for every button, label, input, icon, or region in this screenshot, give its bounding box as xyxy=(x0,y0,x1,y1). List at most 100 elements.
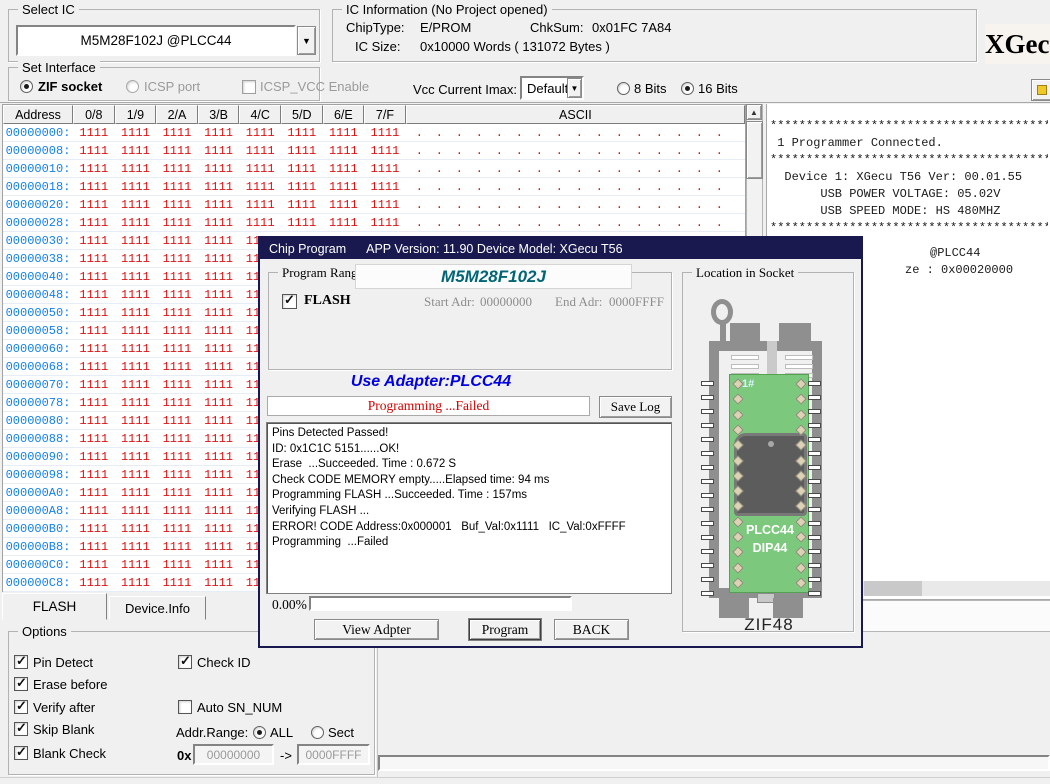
vcc-imax-dropdown-button[interactable]: ▼ xyxy=(567,78,582,98)
hex-cell[interactable]: 1111 xyxy=(198,486,240,500)
hex-cell[interactable]: 1111 xyxy=(73,450,115,464)
hex-cell[interactable]: 1111 xyxy=(198,180,240,194)
hex-cell[interactable]: 1111 xyxy=(115,306,157,320)
hex-cell[interactable]: 1111 xyxy=(115,558,157,572)
hex-cell[interactable]: 1111 xyxy=(115,360,157,374)
hex-cell[interactable]: 1111 xyxy=(198,450,240,464)
hex-cell[interactable]: 1111 xyxy=(281,216,323,230)
hex-cell[interactable]: 1111 xyxy=(198,378,240,392)
hex-cell[interactable]: 1111 xyxy=(115,180,157,194)
hex-cell[interactable]: 1111 xyxy=(115,342,157,356)
hex-cell[interactable]: 1111 xyxy=(156,126,198,140)
addr-range-sect-radio[interactable] xyxy=(311,726,324,739)
hex-cell[interactable]: 1111 xyxy=(198,270,240,284)
hex-cell[interactable]: 1111 xyxy=(73,558,115,572)
hex-cell[interactable]: 1111 xyxy=(198,198,240,212)
hex-cell[interactable]: 1111 xyxy=(115,198,157,212)
back-button[interactable]: BACK xyxy=(554,619,629,640)
erase-before-checkbox[interactable] xyxy=(14,677,28,691)
hex-cell[interactable]: 1111 xyxy=(156,342,198,356)
hex-cell[interactable]: 1111 xyxy=(73,162,115,176)
hex-cell[interactable]: 1111 xyxy=(364,198,406,212)
hex-cell[interactable]: 1111 xyxy=(115,576,157,590)
hex-cell[interactable]: 1111 xyxy=(281,180,323,194)
hex-cell[interactable]: 1111 xyxy=(73,342,115,356)
hex-header-cell[interactable]: 3/B xyxy=(198,105,240,124)
hex-cell[interactable]: 1111 xyxy=(198,288,240,302)
hex-cell[interactable]: 1111 xyxy=(364,144,406,158)
hex-cell[interactable]: 1111 xyxy=(364,126,406,140)
hex-cell[interactable]: 1111 xyxy=(156,288,198,302)
hex-header-cell[interactable]: 5/D xyxy=(281,105,323,124)
hex-cell[interactable]: 1111 xyxy=(73,540,115,554)
tab-flash[interactable]: FLASH xyxy=(2,593,107,620)
hex-cell[interactable]: 1111 xyxy=(73,378,115,392)
hex-cell[interactable]: 1111 xyxy=(115,522,157,536)
hex-cell[interactable]: 1111 xyxy=(73,306,115,320)
hex-cell[interactable]: 1111 xyxy=(156,450,198,464)
check-id-checkbox[interactable] xyxy=(178,655,192,669)
hex-cell[interactable]: 1111 xyxy=(115,504,157,518)
hex-cell[interactable]: 1111 xyxy=(156,306,198,320)
hex-cell[interactable]: 1111 xyxy=(323,126,365,140)
hex-header-cell[interactable]: 1/9 xyxy=(115,105,157,124)
hex-cell[interactable]: 1111 xyxy=(115,162,157,176)
hex-cell[interactable]: 1111 xyxy=(73,288,115,302)
hex-cell[interactable]: 1111 xyxy=(156,540,198,554)
icsp-port-radio[interactable] xyxy=(126,80,139,93)
hex-cell[interactable]: 1111 xyxy=(156,180,198,194)
hex-cell[interactable]: 1111 xyxy=(198,558,240,572)
hex-cell[interactable]: 1111 xyxy=(239,162,281,176)
hex-cell[interactable]: 1111 xyxy=(156,396,198,410)
hex-header-cell[interactable]: ASCII xyxy=(406,105,745,124)
hex-cell[interactable]: 1111 xyxy=(115,324,157,338)
hex-cell[interactable]: 1111 xyxy=(73,396,115,410)
hex-cell[interactable]: 1111 xyxy=(364,180,406,194)
select-ic-dropdown-button[interactable]: ▼ xyxy=(297,26,316,55)
hex-cell[interactable]: 1111 xyxy=(156,558,198,572)
hex-cell[interactable]: 1111 xyxy=(73,486,115,500)
hex-cell[interactable]: 1111 xyxy=(156,468,198,482)
hex-cell[interactable]: 1111 xyxy=(156,216,198,230)
hex-cell[interactable]: 1111 xyxy=(156,234,198,248)
hex-cell[interactable]: 1111 xyxy=(115,432,157,446)
hex-cell[interactable]: 1111 xyxy=(323,180,365,194)
bits-8-radio[interactable] xyxy=(617,82,630,95)
scrollbar-thumb[interactable] xyxy=(746,121,763,179)
hex-cell[interactable]: 1111 xyxy=(198,252,240,266)
hex-header-cell[interactable]: 0/8 xyxy=(73,105,115,124)
program-button[interactable]: Program xyxy=(469,619,541,640)
hex-cell[interactable]: 1111 xyxy=(115,144,157,158)
hex-cell[interactable]: 1111 xyxy=(115,126,157,140)
hex-cell[interactable]: 1111 xyxy=(323,162,365,176)
hex-cell[interactable]: 1111 xyxy=(115,288,157,302)
hex-cell[interactable]: 1111 xyxy=(198,216,240,230)
hex-cell[interactable]: 1111 xyxy=(198,576,240,590)
hex-cell[interactable]: 1111 xyxy=(281,126,323,140)
skip-blank-checkbox[interactable] xyxy=(14,722,28,736)
hex-cell[interactable]: 1111 xyxy=(198,522,240,536)
dialog-title-bar[interactable]: Chip Program APP Version: 11.90 Device M… xyxy=(260,238,861,259)
hex-cell[interactable]: 1111 xyxy=(115,252,157,266)
hex-cell[interactable]: 1111 xyxy=(156,198,198,212)
hex-cell[interactable]: 1111 xyxy=(156,576,198,590)
hex-cell[interactable]: 1111 xyxy=(73,252,115,266)
hex-cell[interactable]: 1111 xyxy=(115,450,157,464)
hex-cell[interactable]: 1111 xyxy=(115,414,157,428)
hex-cell[interactable]: 1111 xyxy=(73,270,115,284)
hex-cell[interactable]: 1111 xyxy=(198,468,240,482)
hex-header-cell[interactable]: Address xyxy=(3,105,73,124)
hex-cell[interactable]: 1111 xyxy=(73,414,115,428)
hex-cell[interactable]: 1111 xyxy=(73,360,115,374)
hex-cell[interactable]: 1111 xyxy=(364,162,406,176)
save-log-button[interactable]: Save Log xyxy=(599,396,672,418)
hex-cell[interactable]: 1111 xyxy=(323,216,365,230)
hex-cell[interactable]: 1111 xyxy=(73,180,115,194)
hex-cell[interactable]: 1111 xyxy=(198,162,240,176)
hex-cell[interactable]: 1111 xyxy=(156,486,198,500)
hex-cell[interactable]: 1111 xyxy=(73,522,115,536)
auto-sn-checkbox[interactable] xyxy=(178,700,192,714)
hex-cell[interactable]: 1111 xyxy=(73,576,115,590)
hex-cell[interactable]: 1111 xyxy=(73,324,115,338)
hex-cell[interactable]: 1111 xyxy=(198,306,240,320)
